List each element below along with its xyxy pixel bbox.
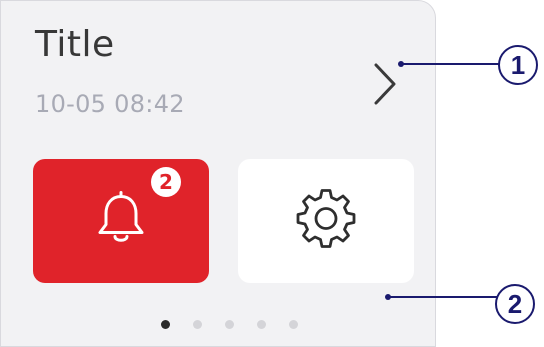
callout-1-marker: 1: [498, 45, 538, 85]
card-timestamp: 10-05 08:42: [35, 90, 185, 118]
callout-2-marker: 2: [495, 284, 535, 324]
callout-1-leader: [398, 61, 501, 67]
card-title: Title: [35, 24, 115, 65]
gear-icon: [294, 187, 358, 256]
bell-icon: [95, 191, 147, 252]
page-dot-5[interactable]: [289, 320, 298, 329]
page-dot-4[interactable]: [257, 320, 266, 329]
alarm-tile-button[interactable]: 2: [33, 159, 209, 283]
notification-count-badge: 2: [151, 167, 181, 197]
chevron-right-icon[interactable]: [369, 61, 401, 107]
settings-tile-button[interactable]: [238, 159, 414, 283]
page-dot-3[interactable]: [225, 320, 234, 329]
page-dot-1[interactable]: [161, 320, 170, 329]
screenshot-stage: Title 10-05 08:42 2 1 2: [0, 0, 544, 347]
callout-2-leader: [385, 294, 498, 300]
widget-card: Title 10-05 08:42 2: [0, 0, 436, 347]
page-indicator: [161, 320, 298, 330]
page-dot-2[interactable]: [193, 320, 202, 329]
